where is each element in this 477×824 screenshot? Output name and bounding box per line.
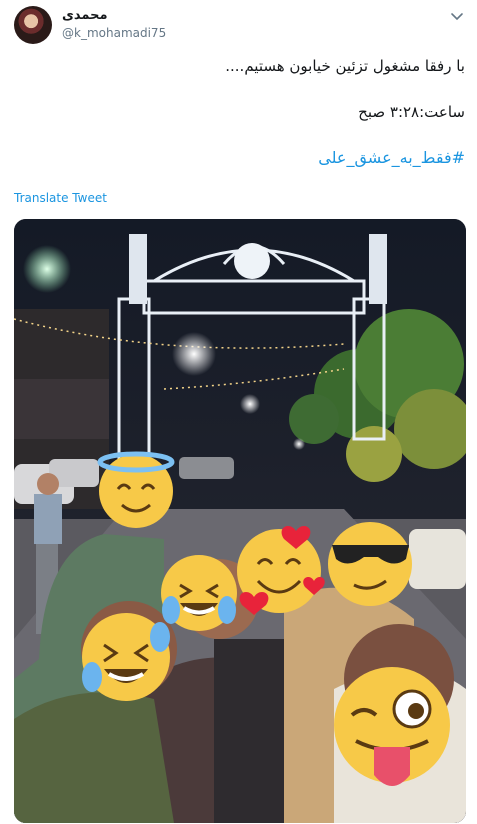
laughing-tears-emoji-2 xyxy=(82,613,170,701)
display-name[interactable]: محمدی xyxy=(62,8,108,23)
translate-tweet-link[interactable]: Translate Tweet xyxy=(14,191,107,205)
halo-smile-emoji xyxy=(97,451,175,528)
hashtag-link[interactable]: #فقط_به_عشق_علی xyxy=(14,147,465,169)
tweet-text: با رفقا مشغول تزئین خیابون هستیم.... ساع… xyxy=(14,55,465,169)
tweet-line-1: با رفقا مشغول تزئین خیابون هستیم.... xyxy=(225,57,465,75)
chevron-down-icon[interactable] xyxy=(449,8,465,24)
laughing-tears-emoji xyxy=(161,555,237,631)
tweet-line-2: ساعت:۳:۲۸ صبح xyxy=(358,103,465,121)
user-avatar[interactable] xyxy=(14,6,52,44)
user-handle[interactable]: @k_mohamadi75 xyxy=(62,26,166,40)
sunglasses-emoji xyxy=(328,522,412,606)
tweet-photo[interactable] xyxy=(14,219,466,823)
